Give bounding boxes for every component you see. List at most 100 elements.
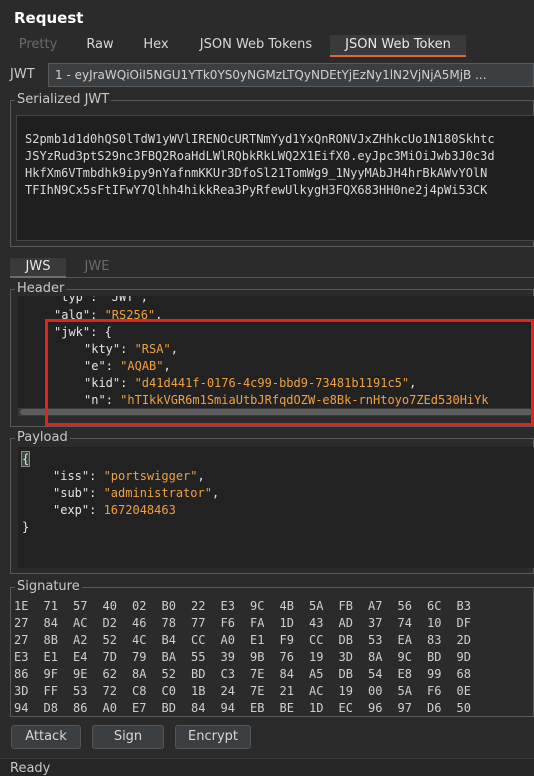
hex-byte: 9D xyxy=(456,650,471,664)
hex-byte: CC xyxy=(309,633,324,647)
hex-byte: 74 xyxy=(397,616,412,630)
serialized-line: JSYzRud3ptS29nc3FBQ2RoaHdLWlRQbkRkLWQ2X1… xyxy=(25,149,495,163)
hex-byte: 97 xyxy=(397,701,412,715)
hex-byte: 72 xyxy=(102,684,117,698)
hex-byte: 7E xyxy=(250,684,265,698)
hex-byte: 52 xyxy=(161,667,176,681)
hex-byte: 78 xyxy=(161,616,176,630)
hex-byte: E3 xyxy=(220,599,235,613)
encrypt-button[interactable]: Encrypt xyxy=(175,725,251,749)
hex-byte: 76 xyxy=(279,650,294,664)
hex-byte: 55 xyxy=(191,650,206,664)
hex-byte: B3 xyxy=(456,599,471,613)
hex-byte: 7D xyxy=(102,650,117,664)
jwt-select[interactable]: 1 - eyJraWQiOiI5NGU1YTk0YS0yNGMzLTQyNDEt… xyxy=(48,63,534,87)
hex-byte: FB xyxy=(338,599,353,613)
hex-byte: 9F xyxy=(43,667,58,681)
hex-byte: 27 xyxy=(14,616,29,630)
hex-byte: C8 xyxy=(132,684,147,698)
editor-tabs: Pretty Raw Hex JSON Web Tokens JSON Web … xyxy=(0,35,534,57)
header-label: Header xyxy=(15,281,67,297)
hex-byte: CC xyxy=(191,633,206,647)
hex-byte: DF xyxy=(456,616,471,630)
hex-byte: E8 xyxy=(397,667,412,681)
sign-button[interactable]: Sign xyxy=(92,725,164,749)
hex-byte: 86 xyxy=(73,701,88,715)
hex-byte: 10 xyxy=(427,616,442,630)
hex-byte: A0 xyxy=(102,701,117,715)
hex-byte: 21 xyxy=(279,684,294,698)
hex-byte: D6 xyxy=(427,701,442,715)
hex-byte: AC xyxy=(73,616,88,630)
hex-byte: 53 xyxy=(368,633,383,647)
hex-byte: E4 xyxy=(73,650,88,664)
hex-byte: EA xyxy=(397,633,412,647)
hex-byte: BA xyxy=(161,650,176,664)
hex-byte: 19 xyxy=(338,684,353,698)
payload-close-brace: } xyxy=(22,520,30,534)
hex-byte: A2 xyxy=(73,633,88,647)
hex-byte: 1B xyxy=(191,684,206,698)
hex-byte: 99 xyxy=(427,667,442,681)
tab-hex[interactable]: Hex xyxy=(132,35,180,57)
hex-byte: C3 xyxy=(220,667,235,681)
serialized-jwt-text[interactable]: S2pmb1d1d0hQS0lTdW1yWVlIRENOcURTNmYyd1Yx… xyxy=(16,115,534,241)
serialized-line: S2pmb1d1d0hQS0lTdW1yWVlIRENOcURTNmYyd1Yx… xyxy=(25,132,495,146)
hex-byte: 50 xyxy=(456,701,471,715)
attack-button[interactable]: Attack xyxy=(11,725,81,749)
hex-byte: B4 xyxy=(161,633,176,647)
hex-byte: 71 xyxy=(43,599,58,613)
hex-byte: 84 xyxy=(191,701,206,715)
hex-byte: 62 xyxy=(102,667,117,681)
tab-jws[interactable]: JWS xyxy=(10,258,66,278)
status-bar: Ready xyxy=(0,758,534,776)
hex-byte: 52 xyxy=(102,633,117,647)
sub-value: "administrator" xyxy=(103,486,212,500)
hex-byte: 43 xyxy=(309,616,324,630)
tab-raw[interactable]: Raw xyxy=(76,35,124,57)
hex-byte: 5A xyxy=(397,684,412,698)
hex-byte: F9 xyxy=(279,633,294,647)
tab-json-web-token[interactable]: JSON Web Token xyxy=(330,35,466,57)
hex-byte: C0 xyxy=(161,684,176,698)
serialized-jwt-group: Serialized JWT S2pmb1d1d0hQS0lTdW1yWVlIR… xyxy=(10,92,534,247)
hex-byte: AC xyxy=(309,684,324,698)
iss-value: "portswigger" xyxy=(103,469,198,483)
hex-byte: E7 xyxy=(132,701,147,715)
iss-key: "iss" xyxy=(53,469,90,483)
hex-byte: 83 xyxy=(427,633,442,647)
tab-jwe[interactable]: JWE xyxy=(72,258,122,278)
hex-byte: 22 xyxy=(191,599,206,613)
hex-byte: 37 xyxy=(368,616,383,630)
hex-byte: EC xyxy=(338,701,353,715)
hex-byte: 77 xyxy=(191,616,206,630)
hex-byte: 24 xyxy=(220,684,235,698)
hex-byte: 68 xyxy=(456,667,471,681)
tab-json-web-tokens[interactable]: JSON Web Tokens xyxy=(190,35,322,57)
hex-byte: D2 xyxy=(102,616,117,630)
hex-byte: 9B xyxy=(250,650,265,664)
hex-byte: 3D xyxy=(14,684,29,698)
tab-pretty[interactable]: Pretty xyxy=(10,35,66,57)
hex-byte: 40 xyxy=(102,599,117,613)
hex-byte: 94 xyxy=(14,701,29,715)
hex-byte: F6 xyxy=(220,616,235,630)
payload-editor[interactable]: { "iss": "portswigger", "sub": "administ… xyxy=(18,447,534,568)
hex-byte: 3D xyxy=(338,650,353,664)
hex-byte: F6 xyxy=(427,684,442,698)
signature-label: Signature xyxy=(15,579,82,595)
hex-byte: 1D xyxy=(279,616,294,630)
hex-byte: BD xyxy=(427,650,442,664)
hex-byte: 96 xyxy=(368,701,383,715)
hex-byte: 4C xyxy=(132,633,147,647)
hex-byte: 8A xyxy=(368,650,383,664)
hex-byte: A5 xyxy=(309,667,324,681)
hex-byte: BD xyxy=(191,667,206,681)
hex-byte: 4B xyxy=(279,599,294,613)
hex-byte: 46 xyxy=(132,616,147,630)
hex-byte: 9E xyxy=(73,667,88,681)
hex-byte: 79 xyxy=(132,650,147,664)
hex-byte: B0 xyxy=(161,599,176,613)
hex-byte: 56 xyxy=(397,599,412,613)
jws-jwe-tabs: JWS JWE xyxy=(10,258,534,278)
